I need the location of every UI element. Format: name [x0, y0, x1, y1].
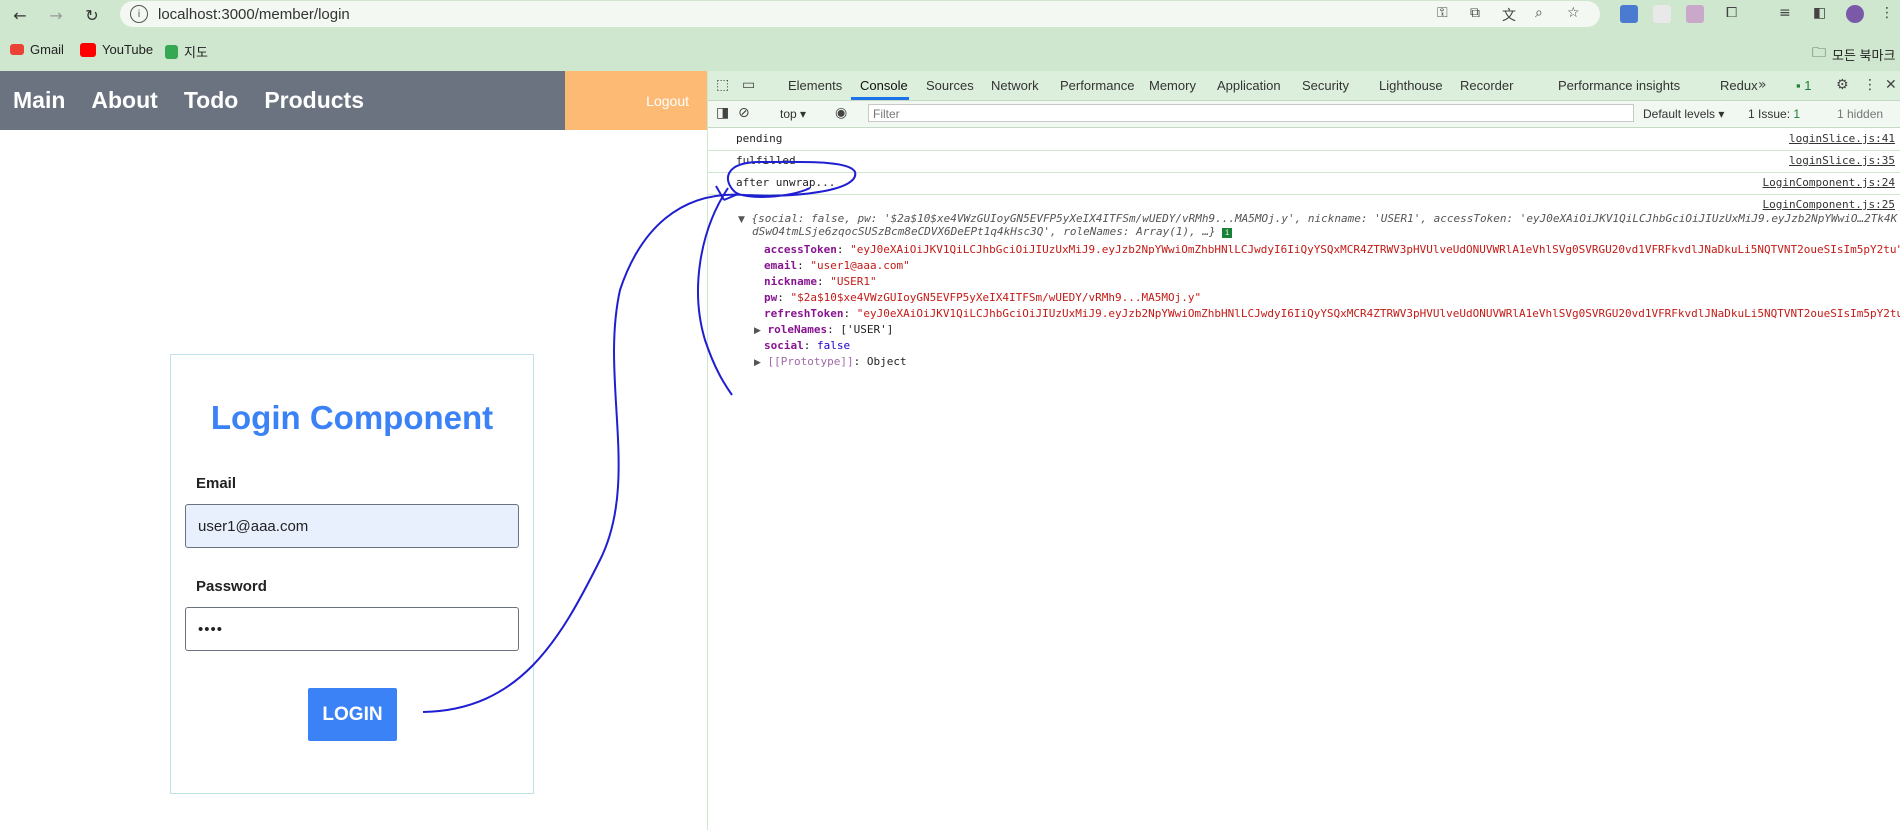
- tab-console[interactable]: Console: [860, 78, 908, 93]
- tab-redux[interactable]: Redux: [1720, 78, 1758, 93]
- more-menu-icon[interactable]: ⋮: [1880, 5, 1894, 21]
- email-label: Email: [196, 475, 237, 492]
- object-summary-cont: dSwO4tmLSje6zqocSUSzBcm8eCDVX6DeEPt1q4kH…: [752, 225, 1233, 238]
- tab-elements[interactable]: Elements: [788, 78, 842, 93]
- youtube-icon: [80, 42, 96, 57]
- nav-link-todo[interactable]: Todo: [184, 87, 239, 114]
- expand-triangle-icon: ▶: [754, 358, 761, 368]
- object-property: social: false: [764, 339, 851, 352]
- issues-counter[interactable]: 1 Issue: 1: [1748, 107, 1800, 121]
- url-text[interactable]: localhost:3000/member/login: [158, 6, 350, 23]
- live-expression-eye-icon[interactable]: ◉: [835, 105, 847, 121]
- tab-performance[interactable]: Performance: [1060, 78, 1134, 93]
- json-extension-icon[interactable]: [1653, 5, 1671, 23]
- console-filter-input[interactable]: Filter: [868, 104, 1634, 122]
- bookmark-star-icon[interactable]: ☆: [1567, 5, 1580, 21]
- object-property-expandable[interactable]: ▶ roleNames: ['USER']: [754, 323, 893, 336]
- address-row: ← → ↻ i localhost:3000/member/login ⚿ ⧉ …: [0, 0, 1900, 30]
- expand-triangle-icon[interactable]: ▼: [738, 215, 745, 225]
- tab-sources[interactable]: Sources: [926, 78, 974, 93]
- log-source-link[interactable]: loginSlice.js:35: [1789, 154, 1895, 167]
- password-key-icon[interactable]: ⚿: [1437, 5, 1448, 21]
- nav-link-main[interactable]: Main: [13, 87, 65, 114]
- inspect-element-icon[interactable]: ⬚: [716, 77, 729, 93]
- settings-gear-icon[interactable]: ⚙: [1836, 77, 1849, 93]
- puzzle-extensions-icon[interactable]: ⧠: [1726, 5, 1737, 21]
- side-panel-icon[interactable]: ◧: [1813, 5, 1826, 21]
- issues-badge[interactable]: ▪ 1: [1796, 78, 1811, 93]
- object-property: nickname: "USER1": [764, 275, 877, 288]
- login-title: Login Component: [210, 399, 494, 436]
- address-bar[interactable]: i localhost:3000/member/login: [120, 1, 1600, 27]
- tab-lighthouse[interactable]: Lighthouse: [1379, 78, 1443, 93]
- active-tab-indicator: [851, 97, 909, 100]
- object-prototype[interactable]: ▶ [[Prototype]]: Object: [754, 355, 907, 368]
- nav-link-products[interactable]: Products: [264, 87, 364, 114]
- browser-chrome: ← → ↻ i localhost:3000/member/login ⚿ ⧉ …: [0, 0, 1900, 71]
- bookmark-maps[interactable]: 지도: [165, 42, 208, 61]
- tab-network[interactable]: Network: [991, 78, 1039, 93]
- device-toolbar-icon[interactable]: ▭: [742, 77, 755, 93]
- object-property: accessToken: "eyJ0eXAiOiJKV1QiLCJhbGciOi…: [764, 243, 1900, 256]
- login-button[interactable]: LOGIN: [308, 688, 397, 741]
- tab-memory[interactable]: Memory: [1149, 78, 1196, 93]
- object-property: email: "user1@aaa.com": [764, 259, 910, 272]
- translate-icon[interactable]: 文: [1502, 5, 1516, 25]
- app-navbar: Main About Todo Products: [0, 71, 565, 130]
- info-icon: i: [1222, 228, 1233, 238]
- close-devtools-icon[interactable]: ✕: [1885, 77, 1897, 93]
- object-property: pw: "$2a$10$xe4VWzGUIoyGN5EVFP5yXeIX4ITF…: [764, 291, 1202, 304]
- context-selector[interactable]: top ▾: [780, 107, 806, 121]
- bookmark-youtube[interactable]: YouTube: [80, 42, 153, 57]
- tab-recorder[interactable]: Recorder: [1460, 78, 1513, 93]
- password-label: Password: [196, 578, 267, 595]
- console-log: pending loginSlice.js:41 fulfilled login…: [708, 128, 1900, 830]
- login-card: Login Component Email user1@aaa.com Pass…: [170, 354, 534, 794]
- extension-icon[interactable]: [1686, 5, 1704, 23]
- reading-list-icon[interactable]: ≡: [1779, 5, 1791, 21]
- tab-performance-insights[interactable]: Performance insights: [1558, 78, 1680, 93]
- profile-avatar[interactable]: [1846, 5, 1864, 23]
- email-field[interactable]: user1@aaa.com: [185, 504, 519, 548]
- app-page: Main About Todo Products Logout Login Co…: [0, 71, 707, 830]
- open-in-app-icon[interactable]: ⧉: [1470, 5, 1480, 21]
- logout-area: Logout: [565, 71, 707, 130]
- bookmarks-bar: Gmail YouTube 지도 🗀 모든 북마크: [0, 38, 1900, 64]
- logout-link[interactable]: Logout: [646, 93, 689, 109]
- hidden-count: 1 hidden: [1837, 107, 1884, 121]
- reload-icon[interactable]: ↻: [81, 4, 103, 26]
- object-property: refreshToken: "eyJ0eXAiOiJKV1QiLCJhbGciO…: [764, 307, 1900, 320]
- zoom-icon[interactable]: ⌕: [1535, 5, 1543, 21]
- more-tabs-icon[interactable]: »: [1758, 77, 1767, 93]
- folder-icon: 🗀: [1812, 45, 1826, 61]
- site-info-icon[interactable]: i: [130, 5, 148, 23]
- console-toolbar: ◨ ⊘ top ▾ ◉ Filter Default levels ▾ 1 Is…: [708, 101, 1900, 128]
- tab-application[interactable]: Application: [1217, 78, 1281, 93]
- password-field[interactable]: ••••: [185, 607, 519, 651]
- log-entry: fulfilled loginSlice.js:35: [708, 150, 1900, 173]
- extension-icon[interactable]: [1620, 5, 1638, 23]
- devtools-tabbar: ⬚ ▭ Elements Console Sources Network Per…: [708, 71, 1900, 101]
- expand-triangle-icon: ▶: [754, 326, 761, 336]
- bookmark-gmail[interactable]: Gmail: [10, 42, 64, 57]
- console-sidebar-icon[interactable]: ◨: [716, 105, 729, 121]
- log-source-link[interactable]: LoginComponent.js:24: [1763, 176, 1895, 189]
- log-entry-object: LoginComponent.js:25 ▼ {social: false, p…: [708, 194, 1900, 368]
- maps-icon: [165, 44, 178, 59]
- log-source-link[interactable]: LoginComponent.js:25: [1763, 198, 1895, 211]
- log-entry: pending loginSlice.js:41: [708, 128, 1900, 151]
- object-summary[interactable]: ▼ {social: false, pw: '$2a$10$xe4VWzGUIo…: [738, 212, 1897, 225]
- devtools-menu-icon[interactable]: ⋮: [1863, 77, 1877, 93]
- log-entry: after unwrap... LoginComponent.js:24: [708, 172, 1900, 195]
- forward-icon[interactable]: →: [45, 4, 67, 26]
- clear-console-icon[interactable]: ⊘: [738, 105, 750, 121]
- tab-security[interactable]: Security: [1302, 78, 1349, 93]
- all-bookmarks-folder[interactable]: 🗀 모든 북마크: [1812, 42, 1895, 66]
- back-icon[interactable]: ←: [9, 4, 31, 26]
- log-levels-dropdown[interactable]: Default levels ▾: [1643, 107, 1724, 121]
- devtools-panel: ⬚ ▭ Elements Console Sources Network Per…: [707, 71, 1900, 830]
- gmail-icon: [10, 44, 24, 55]
- log-source-link[interactable]: loginSlice.js:41: [1789, 132, 1895, 145]
- nav-link-about[interactable]: About: [91, 87, 157, 114]
